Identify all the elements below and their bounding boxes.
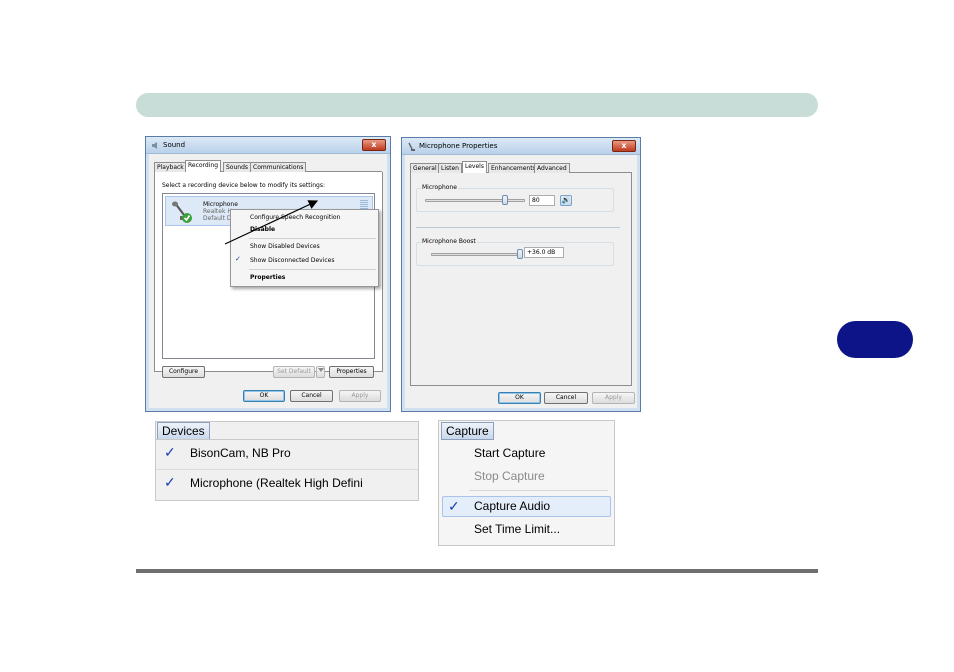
pointer-arrow [224,200,319,245]
tab-general[interactable]: General [410,163,440,173]
microphone-value-field[interactable]: 80 [529,195,555,206]
ok-button[interactable]: OK [498,392,541,404]
menu-item-capture-audio[interactable]: Capture Audio [474,499,550,513]
device-item-label: Microphone (Realtek High Defini [190,476,363,490]
microphone-icon [172,201,192,223]
tab-advanced[interactable]: Advanced [534,163,570,173]
divider [156,469,418,470]
microphone-label: Microphone [421,184,458,191]
speaker-icon[interactable]: 🔊 [560,195,572,206]
cancel-button[interactable]: Cancel [290,390,333,402]
configure-button[interactable]: Configure [162,366,205,378]
boost-label: Microphone Boost [421,238,477,245]
menu-item-set-time-limit[interactable]: Set Time Limit... [474,522,560,536]
tab-listen[interactable]: Listen [438,163,462,173]
tab-communications[interactable]: Communications [250,162,307,172]
instruction-text: Select a recording device below to modif… [162,182,326,189]
tab-playback[interactable]: Playback [154,162,187,172]
menu-item-start-capture[interactable]: Start Capture [474,446,545,460]
footer-rule [136,569,818,573]
menu-item-properties[interactable]: Properties [250,274,285,281]
cancel-button[interactable]: Cancel [544,392,588,404]
boost-slider-thumb[interactable] [517,249,523,259]
sound-window: Sound x Playback Recording Sounds Commun… [145,136,391,412]
divider [416,227,620,228]
devices-menu-title[interactable]: Devices [157,422,210,440]
microphone-icon [408,142,415,151]
check-icon: ✓ [164,474,176,490]
boost-slider-track[interactable] [431,253,523,256]
menu-separator [469,490,608,491]
chapter-tab [837,321,913,358]
menu-item-show-disconnected[interactable]: Show Disconnected Devices [250,257,334,264]
close-button[interactable]: x [612,140,636,152]
microphone-slider-track[interactable] [425,199,525,202]
set-default-button: Set Default [273,366,315,378]
microphone-group: Microphone 80 🔊 [416,184,614,212]
sound-titlebar: Sound x [146,137,390,154]
tab-strip: General Listen Levels Enhancements Advan… [410,161,632,173]
tab-strip: Playback Recording Sounds Communications [154,160,382,172]
speaker-icon [152,142,157,149]
chevron-down-icon [317,368,324,372]
header-bar [136,93,818,117]
check-icon: ✓ [448,498,460,514]
device-item-microphone[interactable]: ✓ Microphone (Realtek High Defini [157,471,417,497]
microphone-properties-window: Microphone Properties x General Listen L… [401,137,641,412]
window-title: Microphone Properties [419,142,498,150]
check-icon: ✓ [164,444,176,460]
tab-levels[interactable]: Levels [462,161,487,173]
apply-button: Apply [592,392,635,404]
divider [156,439,418,440]
menu-item-stop-capture: Stop Capture [474,469,545,483]
boost-value-field: +36.0 dB [524,247,564,258]
device-item-label: BisonCam, NB Pro [190,446,291,460]
microphone-slider-thumb[interactable] [502,195,508,205]
tab-recording[interactable]: Recording [185,160,222,172]
device-item-bisoncam[interactable]: ✓ BisonCam, NB Pro [157,441,417,467]
tab-enhancements[interactable]: Enhancements [488,163,539,173]
close-button[interactable]: x [362,139,386,151]
properties-button[interactable]: Properties [329,366,374,378]
capture-menu: Capture Start Capture Stop Capture ✓ Cap… [438,420,615,546]
set-default-dropdown [316,366,325,378]
ok-button[interactable]: OK [243,390,285,402]
boost-group: Microphone Boost +36.0 dB [416,238,614,266]
menu-separator [249,269,376,270]
mic-titlebar: Microphone Properties x [402,138,640,155]
capture-menu-title[interactable]: Capture [441,422,494,440]
check-icon: ✓ [235,255,241,263]
apply-button: Apply [339,390,381,402]
devices-menu: Devices ✓ BisonCam, NB Pro ✓ Microphone … [155,421,419,501]
tab-sounds[interactable]: Sounds [223,162,252,172]
window-title: Sound [163,141,186,149]
